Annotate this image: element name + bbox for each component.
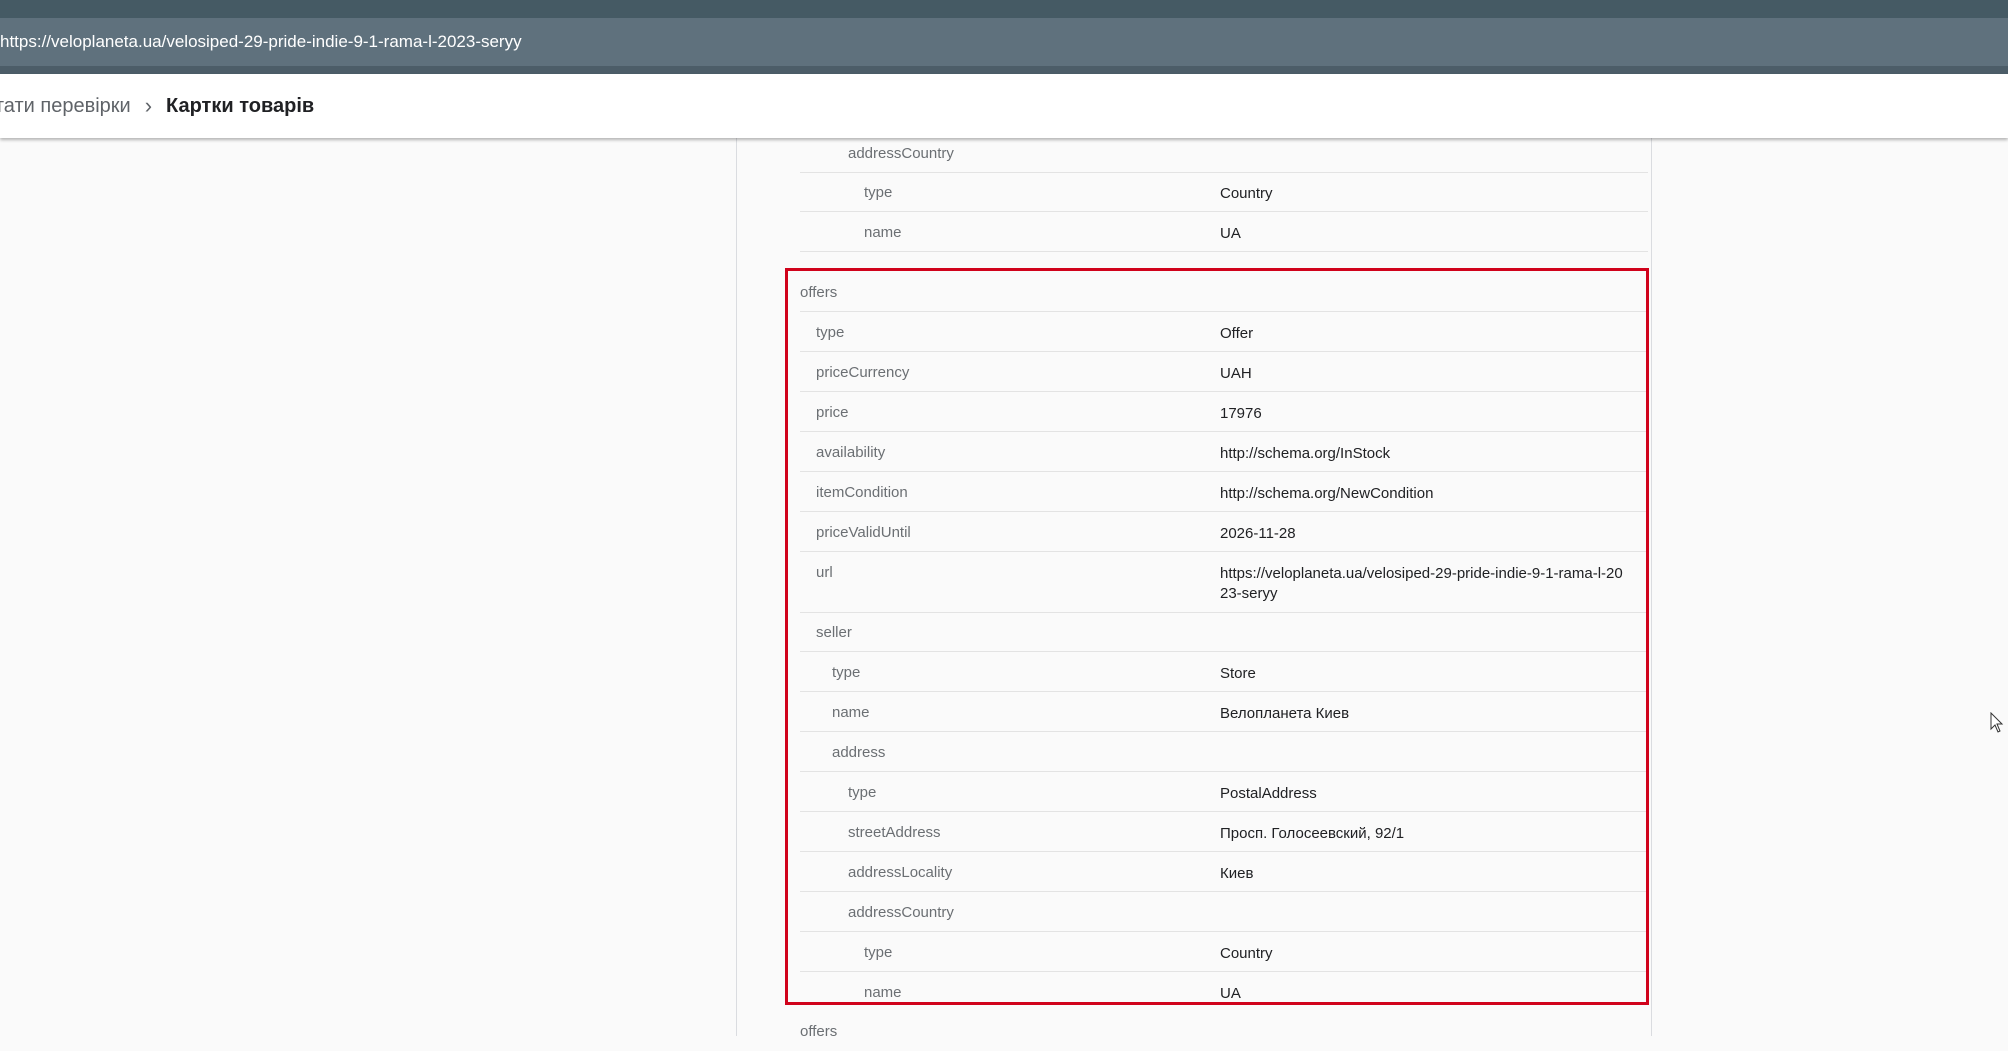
property-key: price [816,404,849,421]
property-key: type [864,184,893,201]
property-key: streetAddress [848,824,941,841]
property-key: type [864,944,893,961]
property-value: Киев [1220,865,1254,882]
property-value: UAH [1220,365,1252,382]
property-row: addressLocality Киев [800,853,1648,892]
url-bar[interactable]: https://veloplaneta.ua/velosiped-29-prid… [0,18,2008,66]
property-key: url [816,564,833,581]
property-key: type [816,324,845,341]
property-row: priceValidUntil 2026-11-28 [800,513,1648,552]
property-row: address [800,733,1648,772]
property-key: priceValidUntil [816,524,911,541]
property-row: name UA [800,973,1648,1012]
property-value: Country [1220,185,1273,202]
property-key: priceCurrency [816,364,910,381]
property-row: itemCondition http://schema.org/NewCondi… [800,473,1648,512]
property-row: priceCurrency UAH [800,353,1648,392]
property-key: type [848,784,877,801]
property-row: type Country [800,173,1648,212]
property-value: 2026-11-28 [1220,525,1296,542]
property-value: 17976 [1220,405,1262,422]
url-bar-divider [0,66,2008,74]
property-key: name [864,224,902,241]
property-key: address [832,744,886,761]
property-value: UA [1220,225,1241,242]
property-row: type PostalAddress [800,773,1648,812]
property-row: type Store [800,653,1648,692]
property-key: offers [800,1023,838,1040]
property-value: http://schema.org/InStock [1220,445,1391,462]
property-key: availability [816,444,886,461]
property-row: seller [800,613,1648,652]
property-row: name UA [800,213,1648,252]
property-value: Country [1220,945,1273,962]
property-row: availability http://schema.org/InStock [800,433,1648,472]
property-value: Велопланета Киев [1220,705,1350,722]
property-value: http://schema.org/NewCondition [1220,485,1434,502]
property-row: addressCountry [800,134,1648,173]
mouse-cursor-icon [1990,712,2004,733]
property-value: Просп. Голосеевский, 92/1 [1220,825,1405,842]
browser-top-strip [0,0,2008,18]
breadcrumb-previous-link[interactable]: ьтати перевірки [0,95,131,118]
property-row: addressCountry [800,893,1648,932]
property-row: type Country [800,933,1648,972]
property-value: https://veloplaneta.ua/velosiped-29-prid… [1220,565,1623,602]
offers-row: offers [800,273,1648,312]
property-key: type [832,664,861,681]
url-text[interactable]: https://veloplaneta.ua/velosiped-29-prid… [0,32,522,52]
property-key: addressCountry [848,904,954,921]
breadcrumb: ьтати перевірки › Картки товарів [0,74,2008,138]
property-value: UA [1220,985,1241,1002]
property-value: Store [1220,665,1256,682]
property-row: url https://veloplaneta.ua/velosiped-29-… [800,553,1648,613]
property-row: price 17976 [800,393,1648,432]
property-value: Offer [1220,325,1254,342]
property-key: name [832,704,870,721]
property-key: itemCondition [816,484,908,501]
property-key: name [864,984,902,1001]
property-value: PostalAddress [1220,785,1317,802]
property-row: type Offer [800,313,1648,352]
property-row: name Велопланета Киев [800,693,1648,732]
property-row: streetAddress Просп. Голосеевский, 92/1 [800,813,1648,852]
property-key: addressCountry [848,145,954,162]
chevron-right-icon: › [144,93,153,118]
property-key: seller [816,624,852,641]
property-key: addressLocality [848,864,953,881]
property-key: offers [800,284,838,301]
breadcrumb-current: Картки товарів [166,94,315,117]
offers-row: offers [800,1012,1648,1051]
